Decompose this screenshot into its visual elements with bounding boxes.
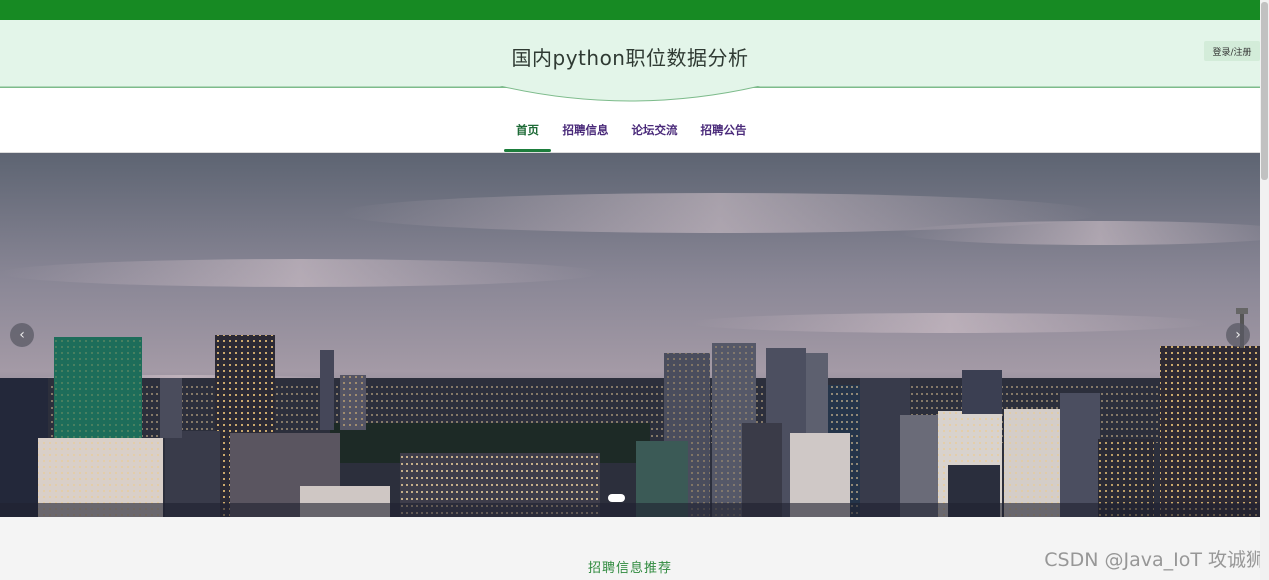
nav-item-announcements[interactable]: 招聘公告 bbox=[696, 104, 751, 153]
hero-carousel[interactable]: ‹ › bbox=[0, 153, 1260, 517]
top-brand-strip bbox=[0, 0, 1260, 20]
scrollbar-thumb[interactable] bbox=[1261, 2, 1268, 180]
carousel-next-button[interactable]: › bbox=[1226, 323, 1250, 347]
site-header: 国内python职位数据分析 登录/注册 bbox=[0, 20, 1260, 88]
main-nav: 首页 招聘信息 论坛交流 招聘公告 bbox=[0, 104, 1260, 153]
carousel-prev-button[interactable]: ‹ bbox=[10, 323, 34, 347]
nav-item-jobs[interactable]: 招聘信息 bbox=[558, 104, 613, 153]
chevron-left-icon: ‹ bbox=[19, 327, 25, 343]
login-register-button[interactable]: 登录/注册 bbox=[1204, 41, 1260, 61]
nav-item-home[interactable]: 首页 bbox=[504, 104, 551, 153]
carousel-indicator-dot[interactable] bbox=[608, 494, 625, 502]
chevron-right-icon: › bbox=[1235, 327, 1241, 343]
watermark-text: CSDN @Java_IoT 攻诚狮 bbox=[1044, 549, 1265, 571]
page: 国内python职位数据分析 登录/注册 首页 招聘信息 论坛交流 招聘公告 ‹… bbox=[0, 0, 1269, 580]
nav-item-forum[interactable]: 论坛交流 bbox=[627, 104, 682, 153]
site-title: 国内python职位数据分析 bbox=[511, 46, 749, 70]
header-curve-decoration bbox=[0, 86, 1260, 102]
city-skyline-image bbox=[0, 153, 1260, 517]
